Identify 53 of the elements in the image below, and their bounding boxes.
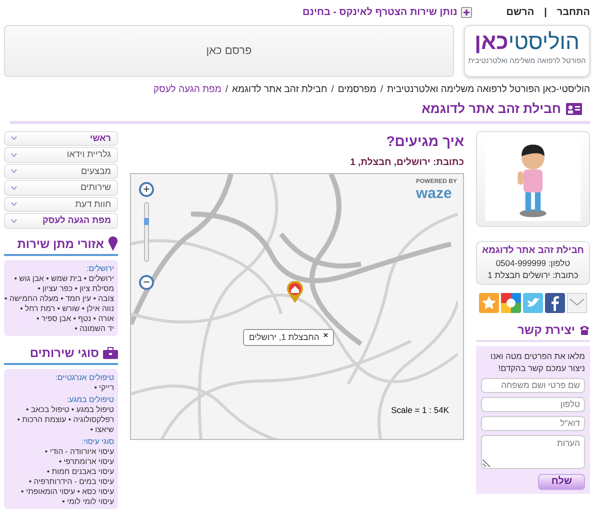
chevron-icon [11,218,17,223]
breadcrumb-link[interactable]: חבילת זהב אתר לדוגמא [232,83,328,97]
nav-item[interactable]: חוות דעת [4,196,118,212]
chevron-icon [11,202,17,206]
page-title: חבילת זהב אתר לדוגמא [422,100,561,118]
close-button[interactable]: × [323,330,328,344]
breadcrumb-separator: / [380,83,384,97]
briefcase-icon [103,346,118,358]
login-link[interactable]: התחבר [556,5,590,20]
plus-icon[interactable] [461,7,472,18]
logo-wordmark: הוליסטיכאן [474,29,580,55]
input-field[interactable]: טלפון [481,396,585,412]
nav-item[interactable]: מפת הגעה לעסק [4,213,118,228]
profile-card-icon [566,102,582,115]
nav-item[interactable]: גלריית וידאו [4,147,118,162]
facebook-icon[interactable] [545,292,565,312]
join-link[interactable]: נותן שירות הצטרף לאינקס - בחינם [302,5,458,20]
chevron-icon [11,169,17,174]
breadcrumb-link[interactable]: הוליסטי-כאן הפורטל לרפואה משלימה ואלטרנטיבית [387,83,590,97]
form-intro: מלאו את הפרטים מטה ואנו ניצור עמכם קשר בהקדם! [490,350,585,374]
zoom-slider-track[interactable] [144,202,149,262]
nav-item[interactable]: ראשי [4,130,118,146]
address-text: כתובת: ירושלים חבצלת 1 [486,268,580,280]
register-link[interactable]: הרשם [506,5,534,20]
nav-item[interactable]: מבצעים [4,164,118,179]
breadcrumb-link[interactable]: מפת הגעה לעסק [154,83,222,97]
zoom-slider-thumb[interactable] [144,218,149,225]
google-icon[interactable] [501,292,521,312]
business-name: חבילת זהב אתר לדוגמא [481,244,585,256]
chevron-icon [11,152,17,157]
chevron-icon [11,186,17,190]
link-separator: | [544,6,547,20]
ad-banner[interactable]: פרסם כאן [4,25,454,77]
phone-text: טלפון: 0504-999999 [494,256,572,268]
breadcrumb-separator: / [225,83,228,97]
home-pin-icon [286,280,304,303]
phone-icon [579,324,590,335]
input-field[interactable]: דוא"ל [481,416,585,430]
pin-icon [108,236,118,251]
nav-item[interactable]: שירותים [4,180,118,196]
section-title: אזורי מתן שירות [17,236,104,252]
map-scale: Scale = 1 : 54K [391,404,449,417]
section-heading: איך מגיעים? [385,132,464,151]
chevron-icon [11,136,17,140]
section-title: יצירת קשר [518,322,575,338]
breadcrumb-link[interactable]: מפרסמים [338,83,376,97]
breadcrumb-separator: / [331,83,334,97]
popup-label: החבצלת 1, ירושלים [249,330,320,344]
address-text: כתובת: ירושלים, חבצלת, 1 [349,156,464,170]
input-field[interactable]: שם פרטי ושם משפחה [481,378,585,392]
send-button[interactable]: שלח [538,474,585,490]
comments-field[interactable]: הערות [481,434,585,468]
section-title: סוגי שירותים [30,344,99,362]
